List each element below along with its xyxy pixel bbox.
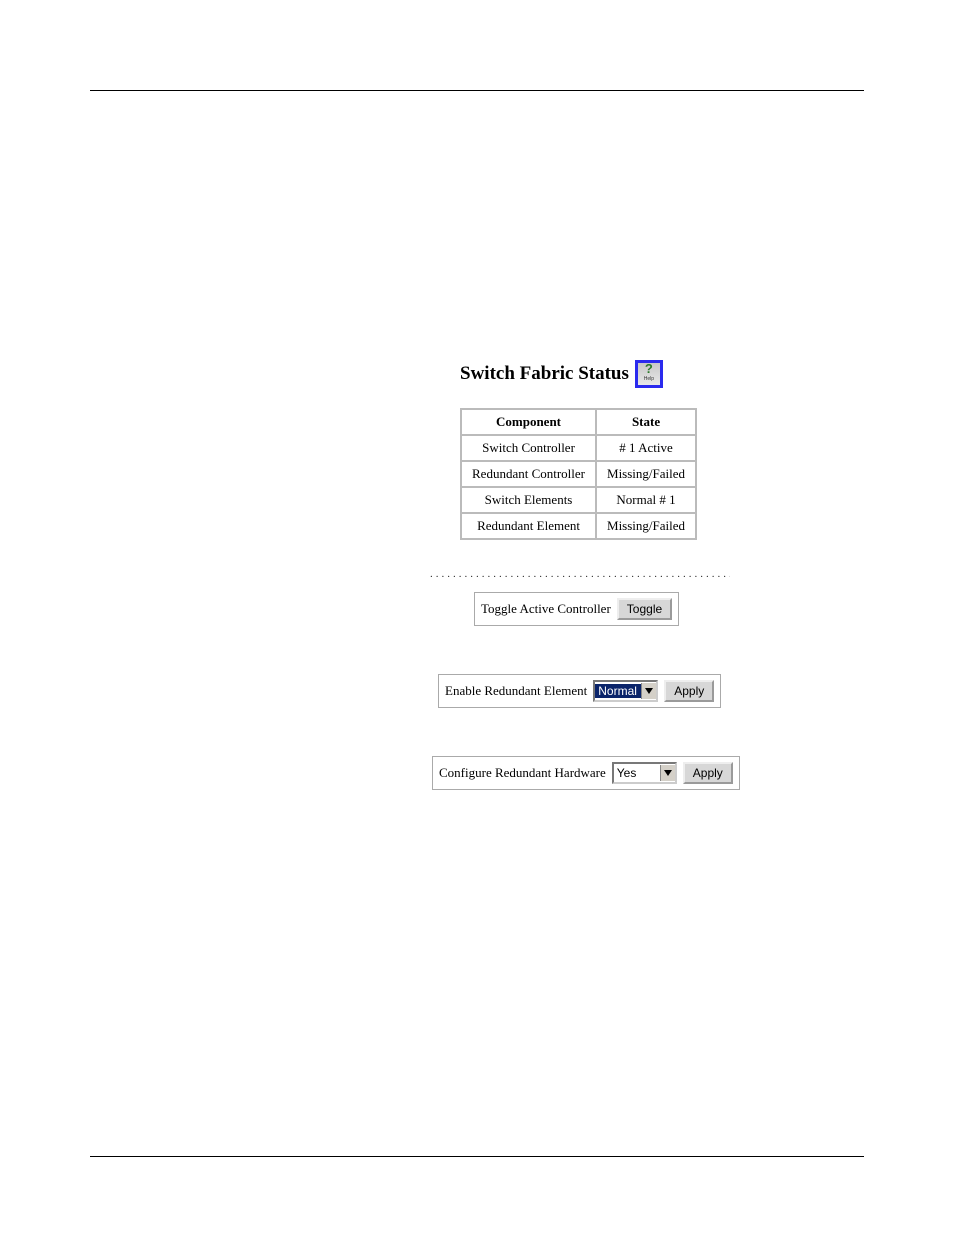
configure-redundant-value: Yes (614, 766, 660, 780)
cell-state: Missing/Failed (597, 462, 695, 486)
help-icon-label: Help (644, 374, 654, 384)
toggle-controller-label: Toggle Active Controller (481, 601, 611, 617)
cell-component: Switch Controller (462, 436, 595, 460)
cell-component: Redundant Element (462, 514, 595, 538)
col-state: State (597, 410, 695, 434)
title-row: Switch Fabric Status ? Help (460, 360, 730, 388)
help-icon[interactable]: ? Help (635, 360, 663, 388)
figure-container: Switch Fabric Status ? Help Component St… (430, 360, 730, 790)
chevron-down-icon (641, 683, 656, 699)
bottom-rule (90, 1156, 864, 1157)
table-row: Switch Controller # 1 Active (462, 436, 695, 460)
table-row: Switch Elements Normal # 1 (462, 488, 695, 512)
help-icon-question: ? (645, 364, 653, 374)
cell-component: Switch Elements (462, 488, 595, 512)
configure-redundant-box: Configure Redundant Hardware Yes Apply (432, 756, 740, 790)
enable-redundant-value: Normal (595, 684, 641, 698)
cell-state: Missing/Failed (597, 514, 695, 538)
toggle-controller-box: Toggle Active Controller Toggle (474, 592, 679, 626)
status-table: Component State Switch Controller # 1 Ac… (460, 408, 697, 540)
col-component: Component (462, 410, 595, 434)
table-row: Redundant Element Missing/Failed (462, 514, 695, 538)
configure-apply-button[interactable]: Apply (683, 762, 733, 784)
chevron-down-icon (660, 765, 675, 781)
configure-redundant-select[interactable]: Yes (612, 762, 677, 784)
separator-dots: ........................................… (430, 568, 730, 580)
enable-redundant-label: Enable Redundant Element (445, 683, 587, 699)
cell-state: Normal # 1 (597, 488, 695, 512)
page-title: Switch Fabric Status (460, 363, 629, 385)
toggle-button[interactable]: Toggle (617, 598, 672, 620)
enable-redundant-box: Enable Redundant Element Normal Apply (438, 674, 721, 708)
table-header-row: Component State (462, 410, 695, 434)
configure-redundant-label: Configure Redundant Hardware (439, 765, 606, 781)
help-icon-inner: ? Help (638, 363, 660, 385)
top-rule (90, 90, 864, 91)
enable-apply-button[interactable]: Apply (664, 680, 714, 702)
cell-component: Redundant Controller (462, 462, 595, 486)
enable-redundant-select[interactable]: Normal (593, 680, 658, 702)
table-row: Redundant Controller Missing/Failed (462, 462, 695, 486)
cell-state: # 1 Active (597, 436, 695, 460)
